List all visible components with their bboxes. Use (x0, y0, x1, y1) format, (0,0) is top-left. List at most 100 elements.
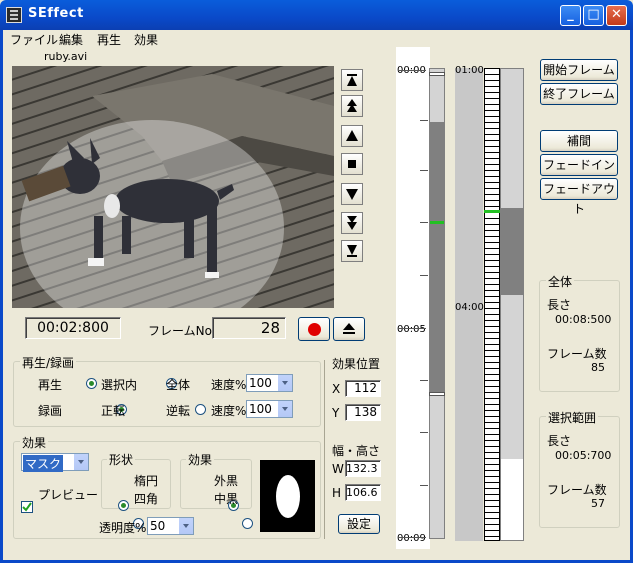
check-icon (22, 502, 32, 512)
play-speed-select[interactable]: 100 (246, 374, 293, 392)
play-speed-value: 100 (249, 376, 272, 390)
ruler-tick (420, 170, 428, 171)
window-border-left (0, 30, 3, 563)
x-label: X (332, 382, 341, 396)
y-input[interactable]: 138 (345, 404, 381, 421)
ruler-tick (398, 70, 426, 71)
fast-rewind-button[interactable] (341, 95, 363, 117)
total-title: 全体 (546, 273, 575, 290)
first-frame-button[interactable] (341, 69, 363, 91)
shape-title: 形状 (107, 451, 136, 468)
stop-button[interactable] (341, 153, 363, 175)
shape-ellipse-label: 楕円 (134, 474, 159, 488)
end-handle[interactable] (429, 392, 445, 396)
y-label: Y (332, 406, 340, 420)
interpolate-button[interactable]: 補間 (540, 130, 618, 152)
frame-number-display: 28 (212, 317, 286, 339)
close-button[interactable]: ✕ (606, 5, 627, 26)
position-title: 効果位置 (332, 357, 381, 371)
total-length-value: 00:08:500 (555, 313, 612, 326)
time-display: 00:02:800 (25, 317, 121, 339)
record-speed-select[interactable]: 100 (246, 400, 293, 418)
fade-in-button[interactable]: フェードイン (540, 154, 618, 176)
menu-effect[interactable]: 効果 (134, 31, 158, 48)
preview-checkbox[interactable] (21, 501, 33, 513)
shape-ellipse-radio[interactable] (118, 500, 129, 511)
effect-type-select[interactable]: マスク (21, 453, 89, 472)
step-back-button[interactable] (341, 125, 363, 147)
ruler-tick (420, 380, 428, 381)
play-all-label: 全体 (166, 378, 191, 392)
play-label: 再生 (38, 378, 63, 392)
selection-title: 選択範囲 (546, 409, 599, 426)
time-ruler-left (396, 47, 430, 549)
total-frames-value: 85 (591, 361, 605, 374)
title-bar (0, 0, 633, 30)
minimize-button[interactable]: _ (560, 5, 581, 26)
record-label: 録画 (38, 404, 63, 418)
last-frame-button[interactable] (341, 240, 363, 262)
ruler-tick (420, 432, 428, 433)
opacity-select[interactable]: 50 (147, 517, 194, 535)
zoom-selection-bar[interactable] (501, 208, 523, 295)
x-input[interactable]: 112 (345, 380, 381, 397)
h-label: H (332, 486, 342, 500)
maximize-button[interactable]: □ (583, 5, 604, 26)
video-preview[interactable] (12, 66, 334, 308)
selection-length-label: 長さ (547, 434, 572, 448)
effect-group-title: 効果 (20, 434, 49, 451)
frame-no-label: フレームNo. (148, 324, 216, 338)
right-time-top: 01:00 (455, 65, 484, 76)
menu-edit[interactable]: 編集 (59, 31, 83, 48)
menu-file[interactable]: ファイル (10, 31, 58, 48)
step-forward-button[interactable] (341, 183, 363, 205)
w-label: W (332, 462, 344, 476)
start-frame-button[interactable]: 開始フレーム (540, 59, 618, 81)
left-time-bottom: 00:09 (397, 533, 426, 544)
set-button[interactable]: 設定 (338, 514, 380, 534)
fade-out-button[interactable]: フェードアウト (540, 178, 618, 216)
h-input[interactable]: 106.6 (345, 484, 381, 501)
record-reverse-label: 逆転 (166, 404, 191, 418)
total-length-label: 長さ (547, 298, 572, 312)
total-frames-label: フレーム数 (547, 347, 607, 361)
zoom-current-marker[interactable] (484, 210, 500, 213)
record-button[interactable] (298, 317, 330, 341)
selection-range-bar[interactable] (430, 122, 444, 394)
record-speed-label: 速度% (211, 404, 247, 418)
effect-inner-black-label: 中黒 (214, 492, 239, 506)
current-position-marker[interactable] (430, 221, 444, 224)
chevron-down-icon (178, 518, 193, 534)
ruler-tick (420, 120, 428, 121)
selection-length-value: 00:05:700 (555, 449, 612, 462)
ruler-tick (398, 328, 426, 329)
record-forward-label: 正転 (101, 404, 126, 418)
effect-mode-title: 効果 (186, 451, 215, 468)
opacity-value: 50 (150, 519, 166, 533)
play-record-title: 再生/録画 (20, 354, 77, 371)
effect-type-value: マスク (23, 455, 64, 472)
right-time-mid: 04:00 (455, 302, 484, 313)
preview-label: プレビュー (38, 488, 99, 502)
record-icon (308, 323, 321, 336)
eject-button[interactable] (333, 317, 365, 341)
size-title: 幅・高さ (332, 444, 381, 458)
selection-frames-label: フレーム数 (547, 483, 607, 497)
video-frame-image (12, 66, 334, 308)
ruler-tick (398, 537, 426, 538)
eject-icon (343, 323, 355, 334)
zoom-end-region (501, 459, 523, 540)
left-time-mid: 00:05 (397, 324, 426, 335)
fast-forward-button[interactable] (341, 212, 363, 234)
window-title: SEffect (28, 6, 84, 21)
play-selection-radio[interactable] (86, 378, 97, 389)
chevron-down-icon (277, 401, 292, 417)
start-handle[interactable] (429, 72, 445, 76)
menu-play[interactable]: 再生 (97, 31, 121, 48)
frame-strip[interactable] (484, 68, 500, 541)
ruler-tick (420, 275, 428, 276)
end-frame-button[interactable]: 終了フレーム (540, 83, 618, 105)
app-icon[interactable] (6, 7, 22, 23)
w-input[interactable]: 132.3 (345, 460, 381, 477)
mask-preview (260, 460, 315, 532)
